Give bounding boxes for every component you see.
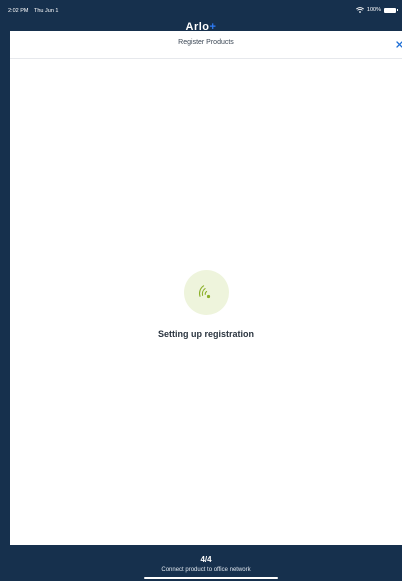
- status-bar: 2:02 PM Thu Jun 1 100% Arlo+: [0, 0, 402, 31]
- status-time: 2:02 PM Thu Jun 1: [8, 8, 58, 14]
- sheet-header: Register Products: [10, 31, 402, 59]
- loading-text: Setting up registration: [157, 329, 254, 339]
- status-right: 100%: [355, 7, 398, 13]
- app-logo-accent: +: [209, 22, 217, 31]
- close-button[interactable]: [392, 37, 402, 51]
- app-logo: Arlo+: [186, 22, 217, 31]
- status-date-text: Thu Jun 1: [34, 8, 59, 14]
- wifi-icon: [355, 7, 364, 13]
- signal-icon: [183, 270, 229, 315]
- status-time-text: 2:02 PM: [8, 8, 29, 14]
- step-footer: 4/4 Connect product to office network: [10, 545, 402, 581]
- step-count: 4/4: [200, 555, 212, 564]
- register-sheet: Register Products Setting up registratio…: [10, 31, 402, 545]
- sheet-title: Register Products: [178, 39, 234, 46]
- app-logo-text: Arlo: [185, 22, 210, 31]
- loading-indicator: Setting up registration: [10, 270, 402, 339]
- close-icon: [396, 41, 402, 48]
- battery-icon: [384, 7, 398, 13]
- step-label: Connect product to office network: [161, 567, 251, 573]
- battery-percent: 100%: [366, 7, 381, 13]
- home-indicator: [144, 577, 278, 579]
